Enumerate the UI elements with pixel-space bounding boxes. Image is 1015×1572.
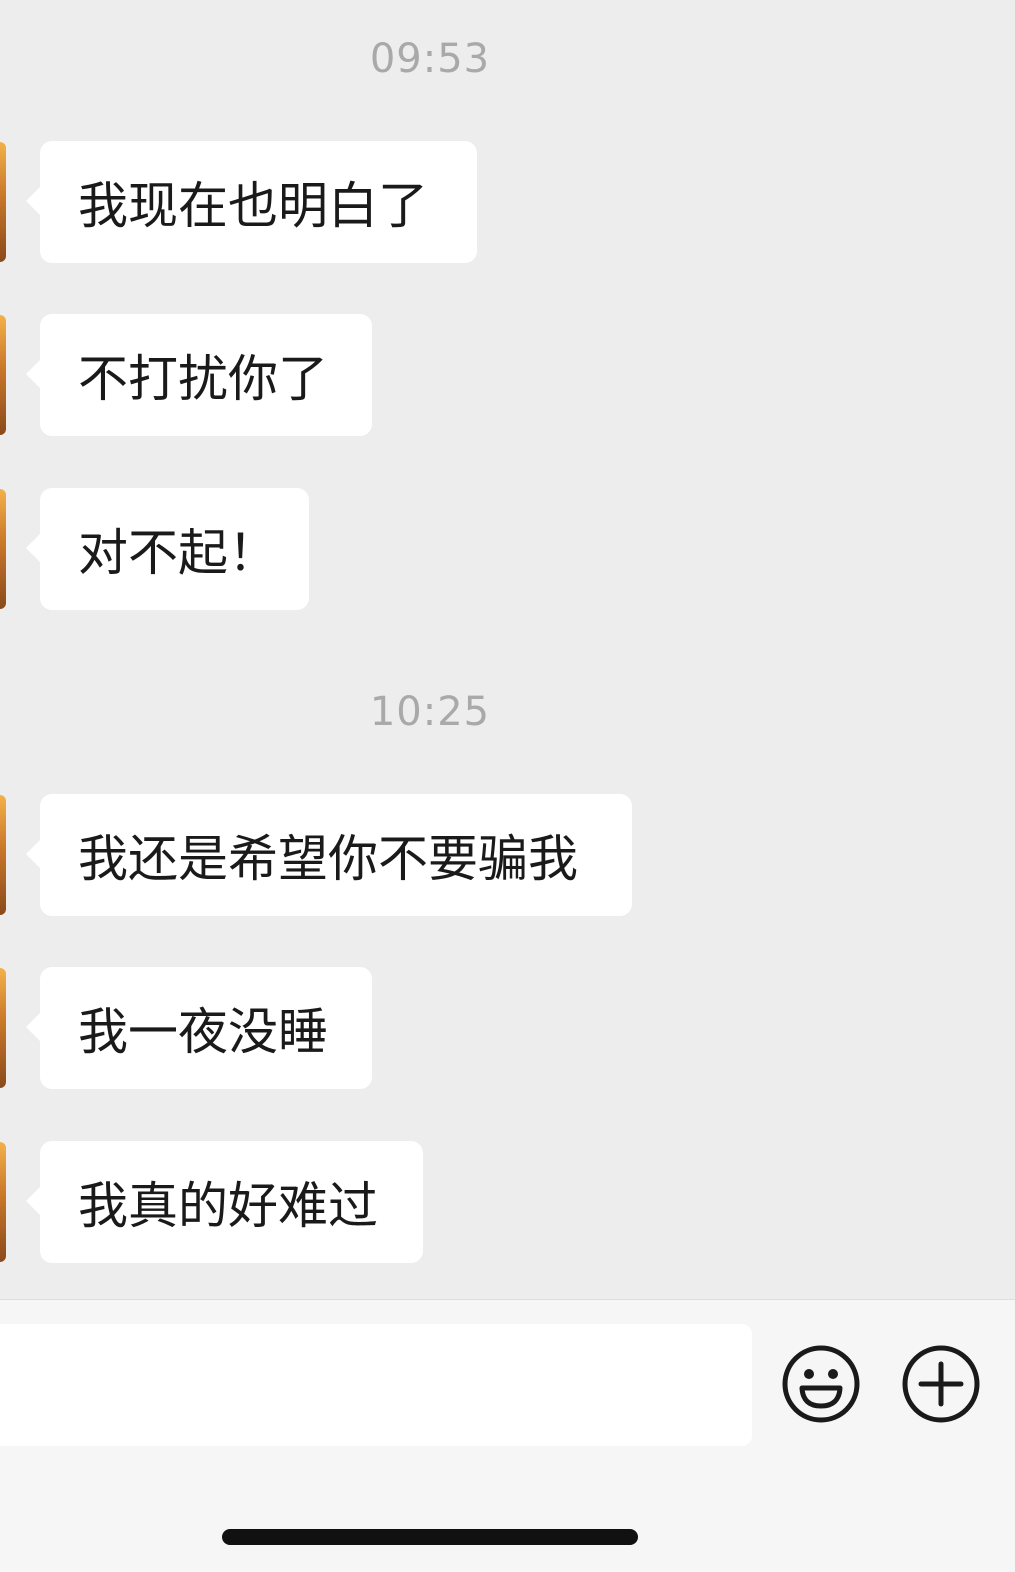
message-text: 我一夜没睡 <box>78 1003 328 1061</box>
message-input[interactable] <box>0 1324 752 1446</box>
message-input-bar <box>0 1299 1015 1572</box>
plus-icon <box>902 1345 980 1423</box>
chat-message-list[interactable]: 09:53 我现在也明白了 不打扰你了 对不起！ 10:25 我还是希望你不要骗… <box>0 0 1015 1300</box>
home-indicator[interactable] <box>222 1529 638 1545</box>
contact-avatar[interactable] <box>0 795 6 915</box>
message-text: 不打扰你了 <box>78 350 328 408</box>
message-bubble[interactable]: 我一夜没睡 <box>26 967 372 1089</box>
message-bubble[interactable]: 我还是希望你不要骗我 <box>26 794 632 916</box>
contact-avatar[interactable] <box>0 968 6 1088</box>
emoji-icon <box>782 1345 860 1423</box>
message-text: 我真的好难过 <box>78 1177 378 1235</box>
add-button[interactable] <box>901 1344 981 1424</box>
message-bubble[interactable]: 对不起！ <box>26 488 309 610</box>
message-text: 我现在也明白了 <box>78 177 428 235</box>
contact-avatar[interactable] <box>0 315 6 435</box>
contact-avatar[interactable] <box>0 1142 6 1262</box>
message-text: 我还是希望你不要骗我 <box>78 830 578 888</box>
contact-avatar[interactable] <box>0 142 6 262</box>
message-bubble[interactable]: 不打扰你了 <box>26 314 372 436</box>
timestamp: 09:53 <box>369 36 491 82</box>
message-bubble[interactable]: 我真的好难过 <box>26 1141 423 1263</box>
emoji-button[interactable] <box>781 1344 861 1424</box>
contact-avatar[interactable] <box>0 489 6 609</box>
message-text: 对不起！ <box>78 524 278 582</box>
message-bubble[interactable]: 我现在也明白了 <box>26 141 477 263</box>
timestamp: 10:25 <box>369 689 491 735</box>
